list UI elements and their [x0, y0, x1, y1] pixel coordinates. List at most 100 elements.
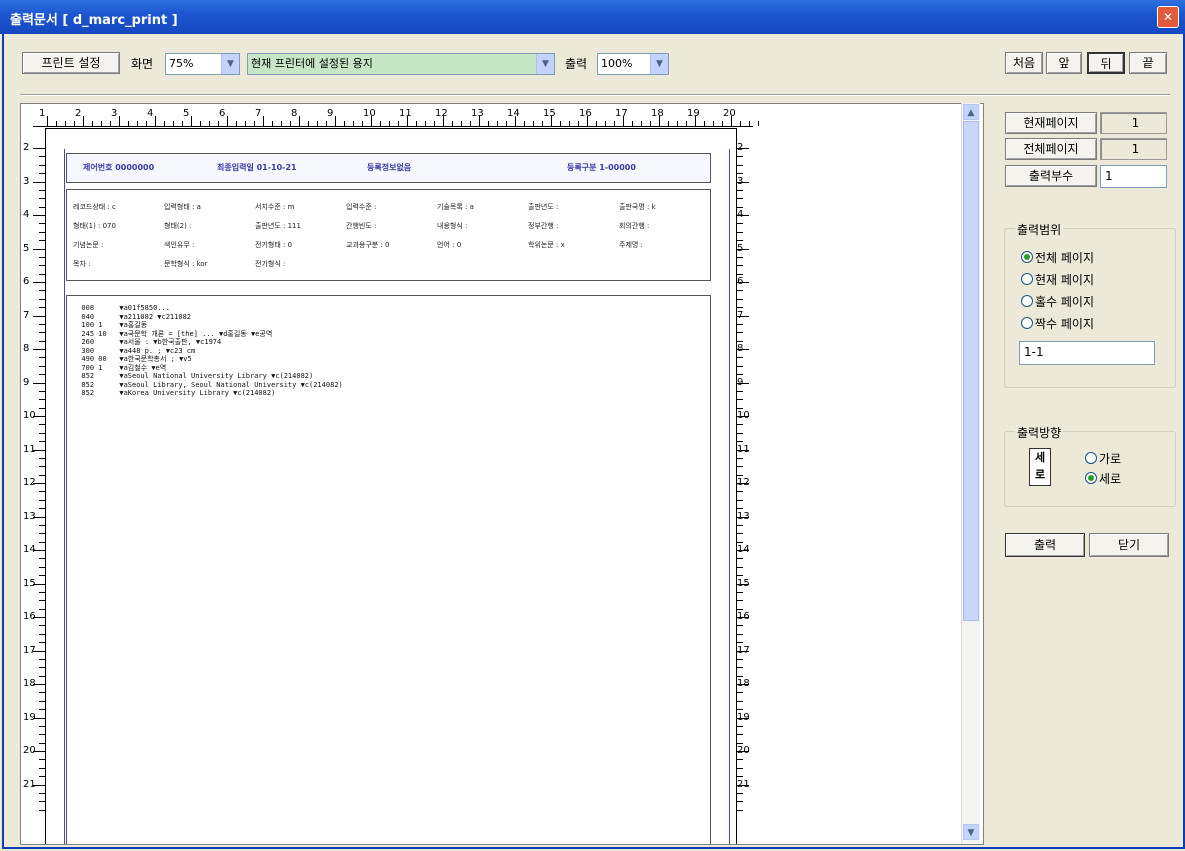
next-page-button[interactable]: 뒤 — [1087, 52, 1125, 74]
radio-icon — [1021, 317, 1033, 329]
ruler-tick — [542, 121, 543, 126]
ruler-tick — [33, 550, 45, 551]
ruler-tick — [33, 583, 45, 585]
ruler-tick — [533, 121, 534, 126]
ruler-tick — [737, 625, 743, 627]
ruler-tick — [33, 650, 45, 652]
horizontal-ruler: 1 2 3 4 5 6 7 8 9 10 11 12 13 14 15 16 17 18 19 20 — [33, 108, 759, 127]
ruler-number: 2 — [75, 108, 82, 119]
close-button[interactable]: 닫기 — [1089, 533, 1169, 557]
record-header-box: 제어번호 0000000 최종입력일 01-10-21 등록정보없음 등록구분 … — [66, 153, 711, 183]
ruler-tick — [587, 116, 588, 126]
ruler-tick — [737, 550, 749, 551]
fixed-field-cell: 형태(1) : 070 — [73, 222, 116, 230]
copies-input[interactable]: 1 — [1100, 165, 1167, 188]
ruler-tick — [389, 121, 390, 126]
ruler-tick — [737, 407, 743, 409]
fixed-field-cell: 내용형식 : — [437, 222, 468, 230]
ruler-tick — [737, 491, 743, 493]
paper-select[interactable]: 현재 프린터에 설정된 용지 ▼ — [247, 53, 555, 75]
ruler-tick — [713, 121, 714, 126]
scroll-up-icon[interactable]: ▲ — [963, 104, 979, 120]
ruler-tick — [737, 541, 743, 543]
range-current-radio[interactable]: 현재 페이지 — [1021, 271, 1094, 288]
ruler-tick — [737, 449, 749, 451]
ruler-tick — [737, 315, 749, 317]
ruler-tick — [560, 121, 561, 126]
ruler-number: 2 — [23, 142, 30, 153]
ruler-tick — [737, 399, 743, 401]
ruler-tick — [281, 121, 282, 126]
page-range-input[interactable]: 1-1 — [1019, 341, 1155, 365]
last-page-button[interactable]: 끝 — [1129, 52, 1167, 74]
fixed-field-cell: 목차 : — [73, 260, 91, 268]
scroll-thumb[interactable] — [963, 121, 979, 621]
output-zoom-select[interactable]: 100% ▼ — [597, 53, 669, 75]
ruler-tick — [737, 617, 749, 618]
ruler-tick — [737, 533, 743, 535]
ruler-tick — [737, 466, 743, 468]
ruler-tick — [33, 617, 45, 618]
prev-page-button[interactable]: 앞 — [1046, 52, 1082, 74]
ruler-tick — [668, 121, 669, 126]
total-page-value: 1 — [1100, 138, 1167, 160]
scroll-down-icon[interactable]: ▼ — [963, 824, 979, 840]
first-page-button[interactable]: 처음 — [1005, 52, 1043, 74]
ruler-number: 13 — [471, 108, 484, 119]
range-odd-radio[interactable]: 홀수 페이지 — [1021, 293, 1094, 310]
chevron-down-icon[interactable]: ▼ — [221, 54, 239, 74]
ruler-tick — [33, 684, 45, 685]
ruler-tick — [737, 256, 743, 258]
ruler-tick — [737, 734, 743, 736]
ruler-tick — [737, 650, 749, 652]
chevron-down-icon[interactable]: ▼ — [536, 54, 554, 74]
fixed-field-cell: 간행빈도 : — [346, 222, 377, 230]
ruler-number: 12 — [435, 108, 448, 119]
ruler-tick — [407, 116, 408, 126]
ruler-tick — [737, 441, 743, 443]
ruler-tick — [737, 432, 743, 434]
ruler-tick — [737, 231, 743, 233]
ruler-tick — [551, 116, 552, 126]
ruler-number: 17 — [615, 108, 628, 119]
ruler-tick — [737, 508, 743, 510]
control-number: 제어번호 0000000 — [83, 163, 155, 172]
ruler-tick — [737, 240, 743, 242]
range-odd-label: 홀수 페이지 — [1035, 295, 1095, 309]
ruler-number: 6 — [23, 276, 30, 287]
fixed-field-cell: 레코드상태 : c — [73, 203, 116, 211]
ruler-tick — [737, 148, 749, 149]
ruler-tick — [737, 265, 743, 267]
ruler-tick — [722, 121, 723, 126]
portrait-page-icon: 세로 — [1029, 448, 1051, 486]
print-preview-area[interactable]: 1 2 3 4 5 6 7 8 9 10 11 12 13 14 15 16 17 18 19 20 23456789… — [20, 103, 984, 845]
ruler-tick — [737, 298, 743, 300]
landscape-radio[interactable]: 가로 — [1085, 450, 1121, 467]
ruler-number: 1 — [39, 108, 46, 119]
ruler-tick — [380, 121, 381, 126]
ruler-number: 9 — [23, 376, 30, 388]
range-even-radio[interactable]: 짝수 페이지 — [1021, 315, 1094, 332]
ruler-tick — [737, 558, 743, 560]
ruler-tick — [737, 784, 749, 786]
ruler-tick — [737, 189, 743, 191]
print-button[interactable]: 출력 — [1005, 533, 1085, 557]
preview-vertical-scrollbar[interactable]: ▲ ▼ — [961, 103, 980, 843]
chevron-down-icon[interactable]: ▼ — [650, 54, 668, 74]
close-window-button[interactable]: ✕ — [1157, 6, 1179, 28]
radio-icon — [1021, 295, 1033, 307]
ruler-tick — [443, 116, 444, 126]
zoom-select[interactable]: 75% ▼ — [165, 53, 240, 75]
range-all-radio[interactable]: 전체 페이지 — [1021, 249, 1094, 266]
ruler-tick — [737, 474, 743, 476]
marc-field-line: 100 1 ▼a홍길동 — [73, 321, 148, 329]
record-status: 등록정보없음 — [367, 163, 412, 172]
ruler-tick — [146, 121, 147, 126]
ruler-tick — [245, 121, 246, 126]
ruler-tick — [182, 121, 183, 126]
portrait-radio[interactable]: 세로 — [1085, 470, 1121, 487]
ruler-tick — [33, 248, 45, 250]
ruler-tick — [344, 121, 345, 126]
ruler-number: 19 — [687, 108, 700, 119]
printer-settings-button[interactable]: 프린트 설정 — [22, 52, 120, 74]
